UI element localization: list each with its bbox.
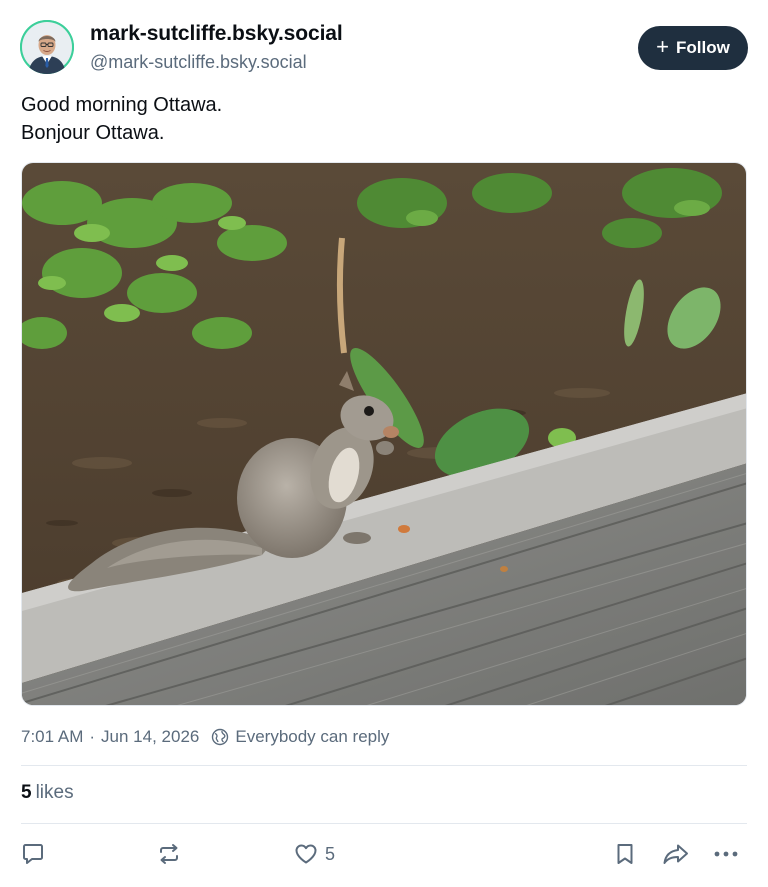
post-image[interactable]	[21, 162, 747, 706]
follow-button[interactable]: + Follow	[638, 26, 748, 70]
squirrel-photo	[22, 163, 746, 705]
follow-label: Follow	[676, 38, 730, 57]
likes-count: 5	[21, 782, 32, 803]
author-handle[interactable]: @mark-sutcliffe.bsky.social	[90, 52, 343, 73]
repost-icon	[160, 844, 178, 864]
more-options-button[interactable]	[712, 840, 740, 868]
avatar-portrait	[20, 20, 74, 74]
post-text-line: Good morning Ottawa.	[21, 94, 223, 116]
heart-icon	[295, 844, 317, 864]
plus-icon: +	[656, 34, 670, 59]
author-block: mark-sutcliffe.bsky.social @mark-sutclif…	[90, 22, 343, 73]
bookmark-button[interactable]	[612, 840, 638, 868]
like-count: 5	[325, 843, 336, 864]
post-meta: 7:01 AM · Jun 14, 2026 Everybody can rep…	[21, 727, 389, 747]
author-display-name[interactable]: mark-sutcliffe.bsky.social	[90, 22, 343, 46]
post-text-line: Bonjour Ottawa.	[21, 122, 165, 144]
post-time[interactable]: 7:01 AM	[21, 727, 83, 747]
divider	[21, 823, 747, 824]
reply-setting-label: Everybody can reply	[235, 727, 390, 746]
avatar[interactable]	[20, 20, 74, 74]
divider	[21, 765, 747, 766]
bookmark-icon	[617, 844, 633, 864]
reply-bubble-icon	[23, 844, 43, 864]
post-date[interactable]: Jun 14, 2026	[101, 727, 199, 747]
reply-setting[interactable]: Everybody can reply	[211, 727, 389, 747]
meta-separator: ·	[89, 727, 96, 746]
more-dots-icon	[714, 851, 738, 857]
likes-label: likes	[35, 782, 74, 803]
repost-button[interactable]	[155, 840, 183, 868]
reply-button[interactable]	[20, 840, 46, 868]
globe-icon	[212, 728, 229, 746]
share-button[interactable]	[661, 840, 691, 868]
share-arrow-icon	[663, 844, 688, 864]
likes-summary[interactable]: 5 likes	[21, 782, 74, 804]
post-card: mark-sutcliffe.bsky.social @mark-sutclif…	[0, 0, 768, 887]
like-button[interactable]: 5	[293, 840, 335, 868]
post-text: Good morning Ottawa. Bonjour Ottawa.	[21, 91, 222, 147]
